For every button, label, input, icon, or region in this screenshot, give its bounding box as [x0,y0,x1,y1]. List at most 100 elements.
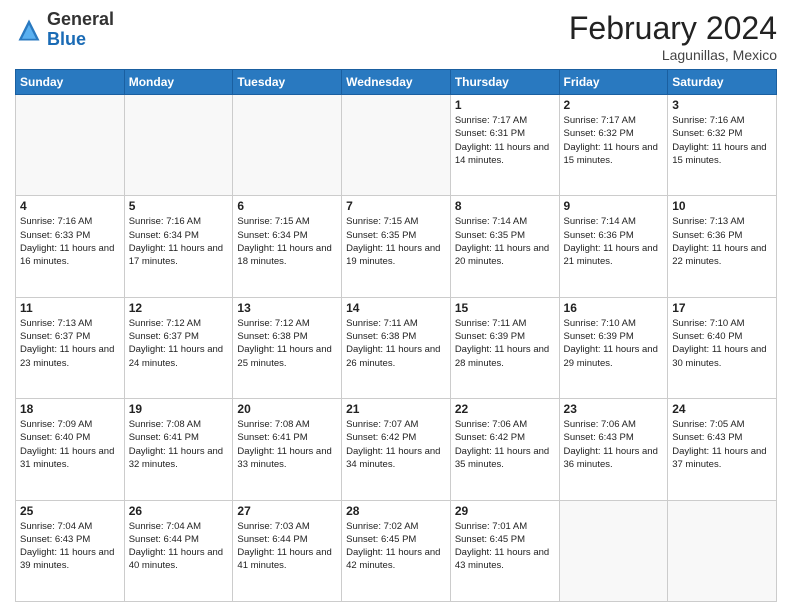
calendar-cell: 6 Sunrise: 7:15 AM Sunset: 6:34 PM Daylig… [233,196,342,297]
day-number: 12 [129,301,229,315]
day-number: 23 [564,402,664,416]
day-info: Sunrise: 7:13 AM Sunset: 6:36 PM Dayligh… [672,215,772,268]
day-number: 9 [564,199,664,213]
day-info: Sunrise: 7:04 AM Sunset: 6:43 PM Dayligh… [20,520,120,573]
day-number: 22 [455,402,555,416]
logo-icon [15,16,43,44]
calendar-cell: 7 Sunrise: 7:15 AM Sunset: 6:35 PM Daylig… [342,196,451,297]
calendar-cell: 26 Sunrise: 7:04 AM Sunset: 6:44 PM Dayli… [124,500,233,601]
day-number: 1 [455,98,555,112]
day-info: Sunrise: 7:12 AM Sunset: 6:37 PM Dayligh… [129,317,229,370]
calendar-cell [559,500,668,601]
day-number: 29 [455,504,555,518]
day-info: Sunrise: 7:17 AM Sunset: 6:31 PM Dayligh… [455,114,555,167]
day-number: 14 [346,301,446,315]
day-info: Sunrise: 7:11 AM Sunset: 6:38 PM Dayligh… [346,317,446,370]
day-number: 28 [346,504,446,518]
day-number: 25 [20,504,120,518]
day-info: Sunrise: 7:14 AM Sunset: 6:36 PM Dayligh… [564,215,664,268]
calendar-cell: 12 Sunrise: 7:12 AM Sunset: 6:37 PM Dayli… [124,297,233,398]
day-number: 2 [564,98,664,112]
calendar-cell: 18 Sunrise: 7:09 AM Sunset: 6:40 PM Dayli… [16,399,125,500]
day-info: Sunrise: 7:03 AM Sunset: 6:44 PM Dayligh… [237,520,337,573]
day-info: Sunrise: 7:10 AM Sunset: 6:40 PM Dayligh… [672,317,772,370]
day-number: 8 [455,199,555,213]
day-info: Sunrise: 7:08 AM Sunset: 6:41 PM Dayligh… [237,418,337,471]
calendar-cell: 8 Sunrise: 7:14 AM Sunset: 6:35 PM Daylig… [450,196,559,297]
calendar-cell: 13Sunrise: 7:12 AM Sunset: 6:38 PM Dayli… [233,297,342,398]
calendar-cell: 21 Sunrise: 7:07 AM Sunset: 6:42 PM Dayli… [342,399,451,500]
day-number: 26 [129,504,229,518]
header: General Blue February 2024 Lagunillas, M… [15,10,777,63]
weekday-header-row: SundayMondayTuesdayWednesdayThursdayFrid… [16,70,777,95]
day-number: 24 [672,402,772,416]
day-info: Sunrise: 7:02 AM Sunset: 6:45 PM Dayligh… [346,520,446,573]
day-info: Sunrise: 7:12 AM Sunset: 6:38 PM Dayligh… [237,317,337,370]
calendar-cell: 9 Sunrise: 7:14 AM Sunset: 6:36 PM Daylig… [559,196,668,297]
day-info: Sunrise: 7:13 AM Sunset: 6:37 PM Dayligh… [20,317,120,370]
month-year: February 2024 [569,10,777,47]
calendar-cell: 25 Sunrise: 7:04 AM Sunset: 6:43 PM Dayli… [16,500,125,601]
logo-blue-text: Blue [47,29,86,49]
day-number: 27 [237,504,337,518]
location: Lagunillas, Mexico [569,47,777,63]
day-number: 3 [672,98,772,112]
calendar-cell: 19Sunrise: 7:08 AM Sunset: 6:41 PM Dayli… [124,399,233,500]
title-block: February 2024 Lagunillas, Mexico [569,10,777,63]
day-info: Sunrise: 7:16 AM Sunset: 6:32 PM Dayligh… [672,114,772,167]
calendar-cell: 20 Sunrise: 7:08 AM Sunset: 6:41 PM Dayli… [233,399,342,500]
calendar-cell: 28 Sunrise: 7:02 AM Sunset: 6:45 PM Dayli… [342,500,451,601]
calendar-cell: 5 Sunrise: 7:16 AM Sunset: 6:34 PM Daylig… [124,196,233,297]
day-number: 7 [346,199,446,213]
calendar-cell: 11 Sunrise: 7:13 AM Sunset: 6:37 PM Dayli… [16,297,125,398]
day-info: Sunrise: 7:16 AM Sunset: 6:33 PM Dayligh… [20,215,120,268]
day-info: Sunrise: 7:14 AM Sunset: 6:35 PM Dayligh… [455,215,555,268]
day-number: 18 [20,402,120,416]
day-info: Sunrise: 7:10 AM Sunset: 6:39 PM Dayligh… [564,317,664,370]
day-number: 6 [237,199,337,213]
day-info: Sunrise: 7:06 AM Sunset: 6:42 PM Dayligh… [455,418,555,471]
calendar-table: SundayMondayTuesdayWednesdayThursdayFrid… [15,69,777,602]
day-number: 17 [672,301,772,315]
day-info: Sunrise: 7:06 AM Sunset: 6:43 PM Dayligh… [564,418,664,471]
day-info: Sunrise: 7:11 AM Sunset: 6:39 PM Dayligh… [455,317,555,370]
weekday-header-monday: Monday [124,70,233,95]
calendar-cell: 15 Sunrise: 7:11 AM Sunset: 6:39 PM Dayli… [450,297,559,398]
calendar-cell: 22 Sunrise: 7:06 AM Sunset: 6:42 PM Dayli… [450,399,559,500]
calendar-cell: 3 Sunrise: 7:16 AM Sunset: 6:32 PM Daylig… [668,95,777,196]
week-row-3: 11 Sunrise: 7:13 AM Sunset: 6:37 PM Dayli… [16,297,777,398]
day-number: 5 [129,199,229,213]
day-info: Sunrise: 7:15 AM Sunset: 6:35 PM Dayligh… [346,215,446,268]
day-info: Sunrise: 7:17 AM Sunset: 6:32 PM Dayligh… [564,114,664,167]
day-number: 16 [564,301,664,315]
calendar-cell: 23 Sunrise: 7:06 AM Sunset: 6:43 PM Dayli… [559,399,668,500]
day-info: Sunrise: 7:04 AM Sunset: 6:44 PM Dayligh… [129,520,229,573]
day-info: Sunrise: 7:16 AM Sunset: 6:34 PM Dayligh… [129,215,229,268]
day-number: 15 [455,301,555,315]
logo-text: General Blue [47,10,114,50]
calendar-cell: 16 Sunrise: 7:10 AM Sunset: 6:39 PM Dayli… [559,297,668,398]
weekday-header-sunday: Sunday [16,70,125,95]
calendar-cell: 14 Sunrise: 7:11 AM Sunset: 6:38 PM Dayli… [342,297,451,398]
week-row-5: 25 Sunrise: 7:04 AM Sunset: 6:43 PM Dayli… [16,500,777,601]
weekday-header-friday: Friday [559,70,668,95]
day-info: Sunrise: 7:15 AM Sunset: 6:34 PM Dayligh… [237,215,337,268]
week-row-2: 4Sunrise: 7:16 AM Sunset: 6:33 PM Daylig… [16,196,777,297]
day-number: 21 [346,402,446,416]
day-number: 20 [237,402,337,416]
weekday-header-tuesday: Tuesday [233,70,342,95]
day-info: Sunrise: 7:09 AM Sunset: 6:40 PM Dayligh… [20,418,120,471]
week-row-4: 18 Sunrise: 7:09 AM Sunset: 6:40 PM Dayli… [16,399,777,500]
calendar-cell [233,95,342,196]
week-row-1: 1 Sunrise: 7:17 AM Sunset: 6:31 PM Daylig… [16,95,777,196]
day-info: Sunrise: 7:01 AM Sunset: 6:45 PM Dayligh… [455,520,555,573]
weekday-header-thursday: Thursday [450,70,559,95]
day-number: 19 [129,402,229,416]
calendar-cell [668,500,777,601]
day-number: 11 [20,301,120,315]
calendar-cell [124,95,233,196]
day-info: Sunrise: 7:07 AM Sunset: 6:42 PM Dayligh… [346,418,446,471]
calendar-cell [342,95,451,196]
calendar-cell: 4Sunrise: 7:16 AM Sunset: 6:33 PM Daylig… [16,196,125,297]
calendar-cell: 24Sunrise: 7:05 AM Sunset: 6:43 PM Dayli… [668,399,777,500]
